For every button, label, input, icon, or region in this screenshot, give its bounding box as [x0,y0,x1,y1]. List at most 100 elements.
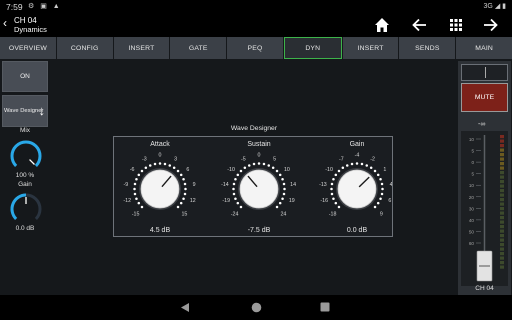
back-triangle-icon[interactable] [180,302,190,313]
back-arrow-icon[interactable]: ‹ [3,16,7,30]
tab-overview[interactable]: OVERVIEW [0,37,56,59]
meter-led [500,135,504,139]
knob-dot [234,177,237,181]
fader-meter: 10505102030405060 [469,135,504,282]
tab-insert-post[interactable]: INSERT [342,37,399,59]
fader-cap[interactable] [476,250,493,282]
tab-main[interactable]: MAIN [456,37,512,59]
tab-label: GATE [188,44,208,52]
knob-tick-label: 0 [258,153,261,159]
knob-dot [239,205,243,209]
knob-tick-label: -14 [221,182,229,188]
tab-config[interactable]: CONFIG [56,37,113,59]
knob-dot [153,162,157,166]
knob-dot [380,192,384,196]
wave-designer-button[interactable]: Wave Designer ↓ [2,95,48,127]
knob-dot [239,169,243,173]
knob-tick-label: -9 [124,182,129,188]
channel-strip-label: CH 04 [475,285,494,292]
status-signal: 3G ◢ ▮ [483,3,506,10]
mute-button[interactable]: MUTE [461,83,508,112]
knob-dot [332,197,335,201]
knob-dot [236,201,240,205]
knob-value: 4.5 dB [150,227,171,234]
pan-display[interactable] [461,64,508,81]
meter-scale-label: 50 [469,229,475,234]
knob-dot [252,162,256,166]
home-icon[interactable] [372,15,392,35]
tab-insert-pre[interactable]: INSERT [113,37,170,59]
tab-label: CONFIG [70,44,99,52]
mix-knob[interactable] [7,137,45,173]
meter-scale-label: 60 [469,241,475,246]
knob-attack[interactable]: Attack -15 -12 -9 -6 -3 0 3 6 9 12 15 4.5 dB [123,141,195,234]
knob-tick-label: -4 [355,153,360,159]
knob-tick-label: 14 [290,182,296,188]
knob-dot [281,197,284,201]
knob-dot [369,166,373,170]
knob-dot [232,192,236,196]
knob-dot [341,166,345,170]
knob-tick-label: -24 [231,212,239,218]
knob-tick-label: -13 [319,182,327,188]
knob-dot [133,187,136,191]
on-button[interactable]: ON [2,61,48,92]
gain-label: Gain [18,181,32,188]
knob-tick-label: -2 [370,156,375,162]
knob-tick-label: -12 [123,198,131,204]
tab-label: DYN [305,44,321,52]
knob-dot [330,187,333,191]
knob-tick-label: 1 [383,167,386,173]
knob-dot [247,164,251,167]
knob-name: Sustain [247,141,270,148]
knob-sustain[interactable]: Sustain -24 -19 -14 -10 -5 0 5 10 14 19 24 -7.5 dB [221,141,296,234]
meter-led [500,225,504,229]
knob-dot [232,182,236,186]
meter-led [500,261,504,265]
tab-peq[interactable]: PEQ [227,37,283,59]
knob-dot [262,162,266,166]
grid-icon[interactable] [446,15,466,35]
meter-led [500,166,504,170]
arrow-right-icon[interactable] [480,15,500,35]
knob-dot [140,169,144,173]
meter-led [500,198,504,202]
knob-dot [135,197,138,201]
wave-designer-panel: Attack -15 -12 -9 -6 -3 0 3 6 9 12 15 4.5 dB Sustain -… [113,136,393,237]
knob-tick-label: 6 [388,198,391,204]
knob-tick-label: -15 [132,212,140,218]
knob-dot [176,205,180,209]
knob-tick-label: 4 [390,182,392,188]
arrow-down-icon: ↓ [38,103,46,118]
tab-gate[interactable]: GATE [170,37,227,59]
home-circle-icon[interactable] [251,302,262,313]
meter-led [500,256,504,260]
meter-led [500,220,504,224]
status-bar: 7:59 ⚙ ▣ ▲ 3G ◢ ▮ [0,0,512,13]
tab-bar: OVERVIEW CONFIG INSERT GATE PEQ DYN INSE… [0,37,512,60]
gain-knob[interactable] [7,190,45,226]
knob-tick-label: -19 [222,198,230,204]
knob-tick-label: 9 [380,212,383,218]
mix-knob-pointer [29,159,35,165]
meter-led [500,153,504,157]
knob-dot [275,205,279,209]
tab-dyn[interactable]: DYN [283,37,342,59]
tab-label: INSERT [128,44,155,52]
knob-value: 0.0 dB [347,227,368,234]
knob-dot [330,182,334,186]
knob-dot [234,197,237,201]
tab-label: OVERVIEW [8,44,47,52]
wave-designer-knobs: Attack-15-12-9-6-3036912154.5 dBSustain-… [123,141,393,234]
recents-square-icon[interactable] [320,302,330,312]
mix-value: 100 % [15,172,35,179]
channel-title: CH 04 [14,16,37,25]
knob-dot [376,201,380,205]
meter-led [500,193,504,197]
arrow-left-icon[interactable] [410,15,430,35]
knob-dot [365,164,369,167]
knob-dot [278,173,282,177]
tab-sends[interactable]: SENDS [399,37,456,59]
knob-dot [345,164,349,167]
knob-gain[interactable]: Gain -18 -16 -13 -10 -7 -4 -2 1 4 6 9 0.0 dB [319,141,393,234]
